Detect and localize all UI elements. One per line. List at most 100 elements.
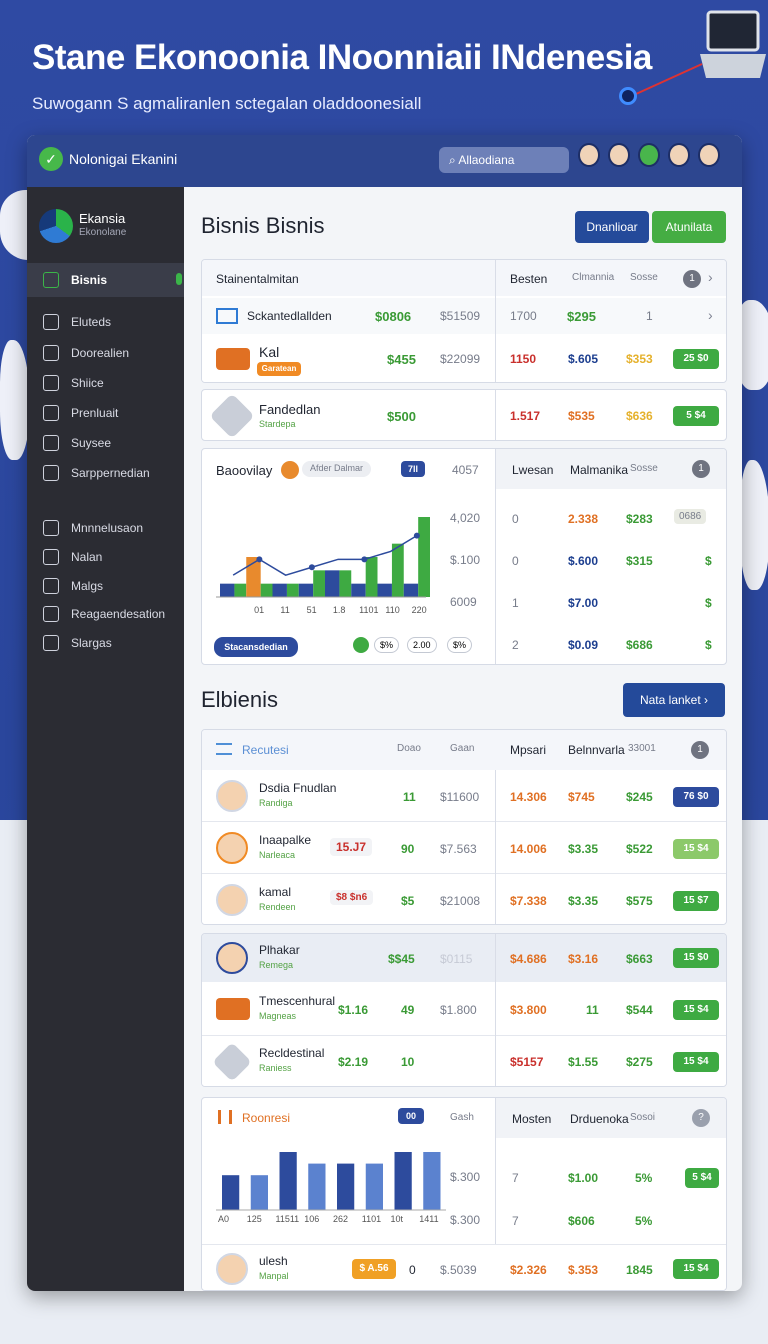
y-tick-label: $.300 — [450, 1170, 481, 1184]
chart-bar — [272, 583, 287, 597]
table-row[interactable]: ulesh Manpal $ A.56 0 $.5039 $2.326 $.35… — [202, 1244, 726, 1290]
chart-title: Roonresi — [242, 1111, 291, 1125]
dollar-icon: $ — [705, 554, 712, 568]
gear-icon — [43, 405, 59, 421]
hero-subtitle: Suwogann S agmaliranlen sctegalan oladdo… — [32, 94, 422, 113]
chart-bar — [298, 583, 314, 597]
row-name: Inaapalke — [259, 833, 312, 847]
chart-bar — [313, 570, 325, 597]
column-divider — [495, 934, 496, 1086]
chart-bar — [377, 583, 392, 597]
user-avatars — [578, 143, 720, 167]
filter-icon[interactable] — [281, 461, 299, 479]
chevron-right-icon[interactable]: › — [708, 269, 713, 285]
info-badge[interactable]: 1 — [683, 270, 701, 288]
avatar[interactable] — [578, 143, 600, 167]
row-value: $22099 — [440, 352, 481, 366]
y-tick-label: 6009 — [450, 595, 477, 609]
status-badge: 15 $0 — [673, 948, 719, 968]
sidebar-item-doorealien[interactable]: Doorealien — [27, 336, 184, 370]
x-tick-label: 51 — [307, 605, 317, 615]
info-badge[interactable]: 1 — [691, 741, 709, 759]
avatar[interactable] — [668, 143, 690, 167]
chart-bar — [394, 1152, 412, 1210]
sidebar-item-prenluait[interactable]: Prenluait — [27, 396, 184, 430]
hero-title: Stane Ekonoonia INoonniaii INdenesia — [32, 38, 652, 77]
primary-button[interactable]: Dnanlioar — [575, 211, 649, 243]
info-badge[interactable]: 1 — [692, 460, 710, 478]
chart-legend-title: Baoovilay — [216, 463, 273, 478]
handshake-icon — [212, 1042, 252, 1082]
chart-card: Baoovilay Afder Dalmar 7ll 4057 01 11 51 1.… — [201, 448, 727, 665]
row-value: $51509 — [440, 309, 481, 323]
x-tick-label: 106 — [304, 1214, 320, 1224]
header-col: 33001 — [628, 743, 656, 754]
secondary-button[interactable]: Atunilata — [652, 211, 726, 243]
x-tick-label: 110 — [385, 605, 399, 615]
table-row[interactable]: Tmescenhural Magneas $1.16 49 $1.800 $3.… — [202, 984, 726, 1036]
sidebar-item-shiice[interactable]: Shiice — [27, 366, 184, 400]
row-value: $3.16 — [568, 952, 599, 966]
y-tick-label: 4,020 — [450, 511, 481, 525]
row-value: 1700 — [510, 309, 537, 323]
app-window: ✓ Nolonigai Ekanini ⌕ Allaodiana Ekansia… — [27, 135, 742, 1291]
avatar — [216, 942, 248, 974]
row-value: $275 — [626, 1055, 653, 1069]
sidebar-item-sarppernedian[interactable]: Sarppernedian — [27, 456, 184, 490]
table-row[interactable]: Plhakar Remega $$45 $0115 $4.686 $3.16 $… — [202, 934, 726, 982]
chart-top-value: 4057 — [452, 463, 479, 477]
side-header-col: Mosten — [512, 1112, 552, 1126]
chart-footer-tag[interactable]: Stacansdedian — [214, 637, 298, 657]
people-table-card-2: Plhakar Remega $$45 $0115 $4.686 $3.16 $… — [201, 933, 727, 1087]
table-row[interactable]: Dsdia Fnudlan Randiga 11 $11600 14.306 $… — [202, 770, 726, 822]
filter-chip[interactable]: Afder Dalmar — [302, 461, 372, 477]
row-subtitle: Randiga — [259, 798, 293, 808]
chart-bar — [325, 570, 340, 597]
cell-badge: 0686 — [674, 509, 707, 524]
table-row[interactable]: Sckantedlallden $0806 $51509 1700 $295 1… — [202, 298, 726, 334]
business-row-card[interactable]: Fandedlan Stardepa $500 1.517 $535 $636 … — [201, 389, 727, 441]
row-value: $4.686 — [510, 952, 547, 966]
table-row[interactable]: Kal Garatean $455 $22099 1150 $.605 $353… — [202, 334, 726, 382]
search-input[interactable]: ⌕ Allaodiana — [439, 147, 569, 173]
gear-icon — [43, 520, 59, 536]
avatar[interactable] — [638, 143, 660, 167]
row-subtitle: Narleaca — [259, 850, 296, 860]
table-row[interactable]: Inaapalke Narleaca 15.J7 90 $7.563 14.00… — [202, 822, 726, 874]
table-row[interactable]: kamal Rendeen $8 $n6 $5 $21008 $7.338 $3… — [202, 874, 726, 924]
table-row[interactable]: Recldestinal Raniess $2.19 10 $5157 $1.5… — [202, 1036, 726, 1086]
cell: 1 — [512, 596, 519, 610]
avatar[interactable] — [698, 143, 720, 167]
sidebar-item-suysee[interactable]: Suysee — [27, 426, 184, 460]
row-value: $3.800 — [510, 1003, 547, 1017]
row-value: $$45 — [388, 952, 415, 966]
chart-bar — [365, 1163, 383, 1210]
avatar[interactable] — [608, 143, 630, 167]
hero-header: Stane Ekonoonia INoonniaii INdenesia Suw… — [32, 38, 652, 114]
row-subtitle: Raniess — [259, 1063, 292, 1073]
chart-bar — [220, 583, 235, 597]
x-tick-label: 11511 — [275, 1214, 300, 1224]
header-col: Belnnvarla — [568, 743, 625, 757]
row-value: $21008 — [440, 894, 481, 908]
x-tick-label: 1101 — [361, 1214, 382, 1224]
sidebar-item-eluteds[interactable]: Eluteds — [27, 305, 184, 339]
help-badge[interactable]: ? — [692, 1109, 710, 1127]
mail-icon — [43, 578, 59, 594]
view-market-button[interactable]: Nata lanket › — [623, 683, 725, 717]
chart-bar — [403, 583, 419, 597]
brand-title: Ekansia — [79, 211, 126, 226]
world-map-land — [740, 460, 768, 590]
header-col: Doao — [397, 743, 421, 754]
row-tag: 15.J7 — [330, 838, 373, 856]
sidebar-item-bisnis[interactable]: Bisnis — [27, 263, 184, 297]
sidebar-item-slargas[interactable]: Slargas — [27, 626, 184, 660]
handshake-icon — [209, 393, 255, 439]
cell: 2.338 — [568, 512, 599, 526]
row-value: 14.006 — [510, 842, 547, 856]
status-badge: 25 $0 — [673, 349, 719, 369]
chevron-right-icon[interactable]: › — [708, 307, 713, 323]
side-header-col: Lwesan — [512, 463, 554, 477]
cell: 7 — [512, 1214, 519, 1228]
row-value: $0115 — [440, 952, 473, 966]
